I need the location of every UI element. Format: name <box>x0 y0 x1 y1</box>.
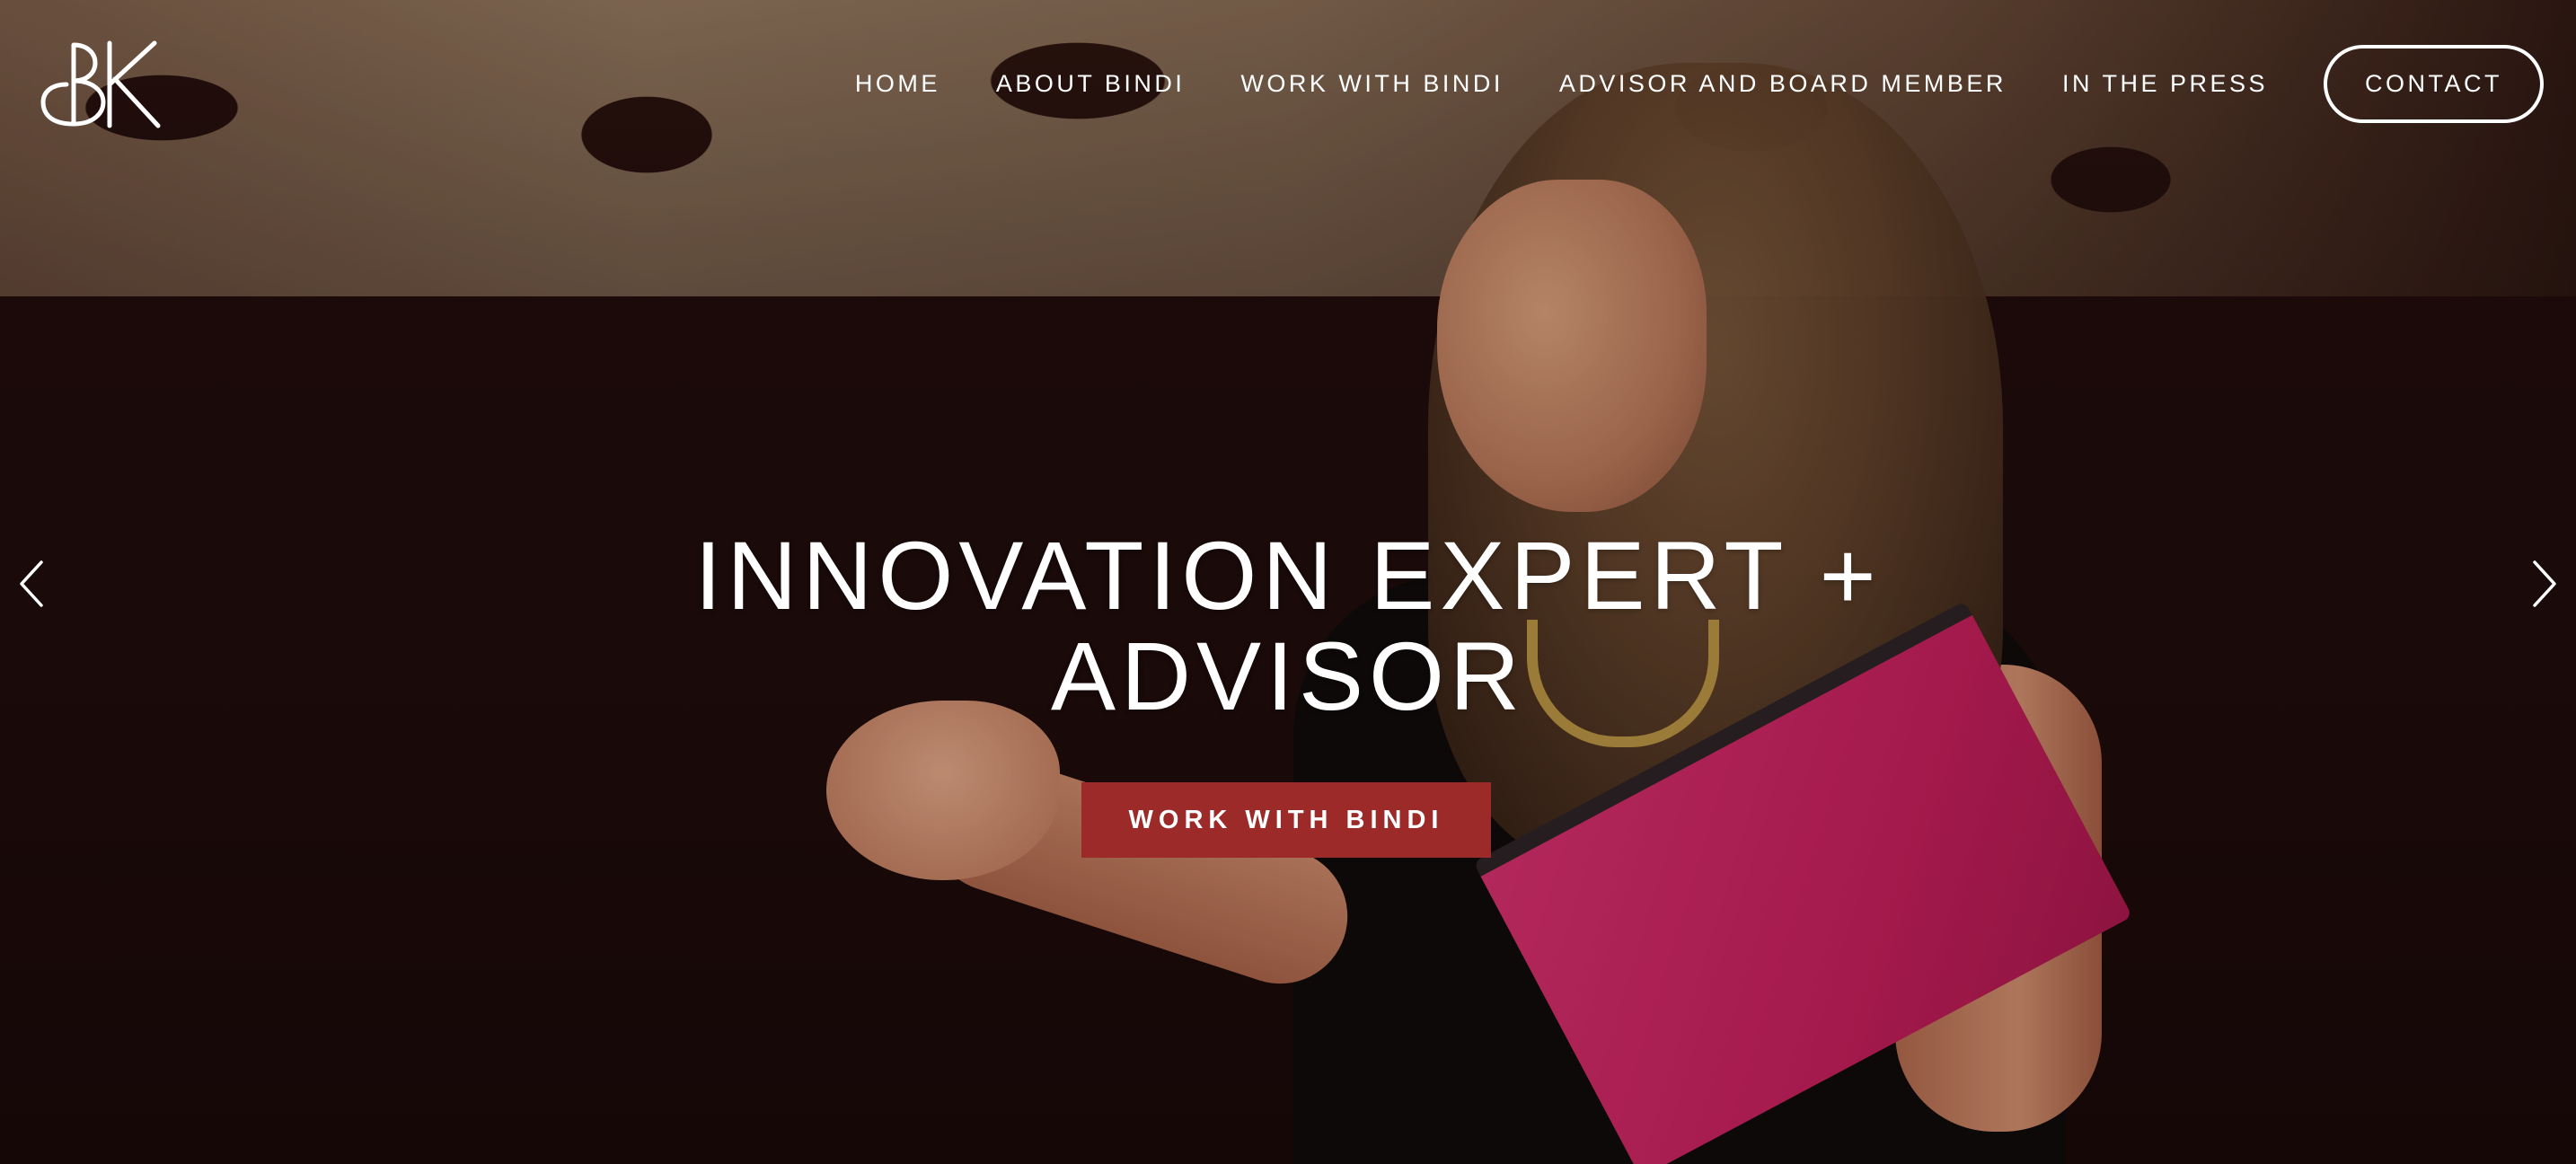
nav-advisor-and-board-member[interactable]: ADVISOR AND BOARD MEMBER <box>1559 70 2007 98</box>
main-navigation: HOME ABOUT BINDI WORK WITH BINDI ADVISOR… <box>855 43 2544 124</box>
hero-title-line-2: ADVISOR <box>1050 622 1526 730</box>
nav-home[interactable]: HOME <box>855 70 940 98</box>
bk-logo[interactable] <box>40 40 162 129</box>
hero-title: INNOVATION EXPERT + ADVISOR <box>0 525 2576 727</box>
hero-title-line-1: INNOVATION EXPERT + <box>694 521 1882 630</box>
nav-about-bindi[interactable]: ABOUT BINDI <box>996 70 1186 98</box>
nav-in-the-press[interactable]: IN THE PRESS <box>2062 70 2268 98</box>
bk-logo-icon <box>40 40 161 128</box>
work-with-bindi-button[interactable]: WORK WITH BINDI <box>1081 782 1491 858</box>
contact-button[interactable]: CONTACT <box>2324 44 2544 123</box>
hero-section: HOME ABOUT BINDI WORK WITH BINDI ADVISOR… <box>0 0 2576 1164</box>
nav-work-with-bindi[interactable]: WORK WITH BINDI <box>1240 70 1503 98</box>
